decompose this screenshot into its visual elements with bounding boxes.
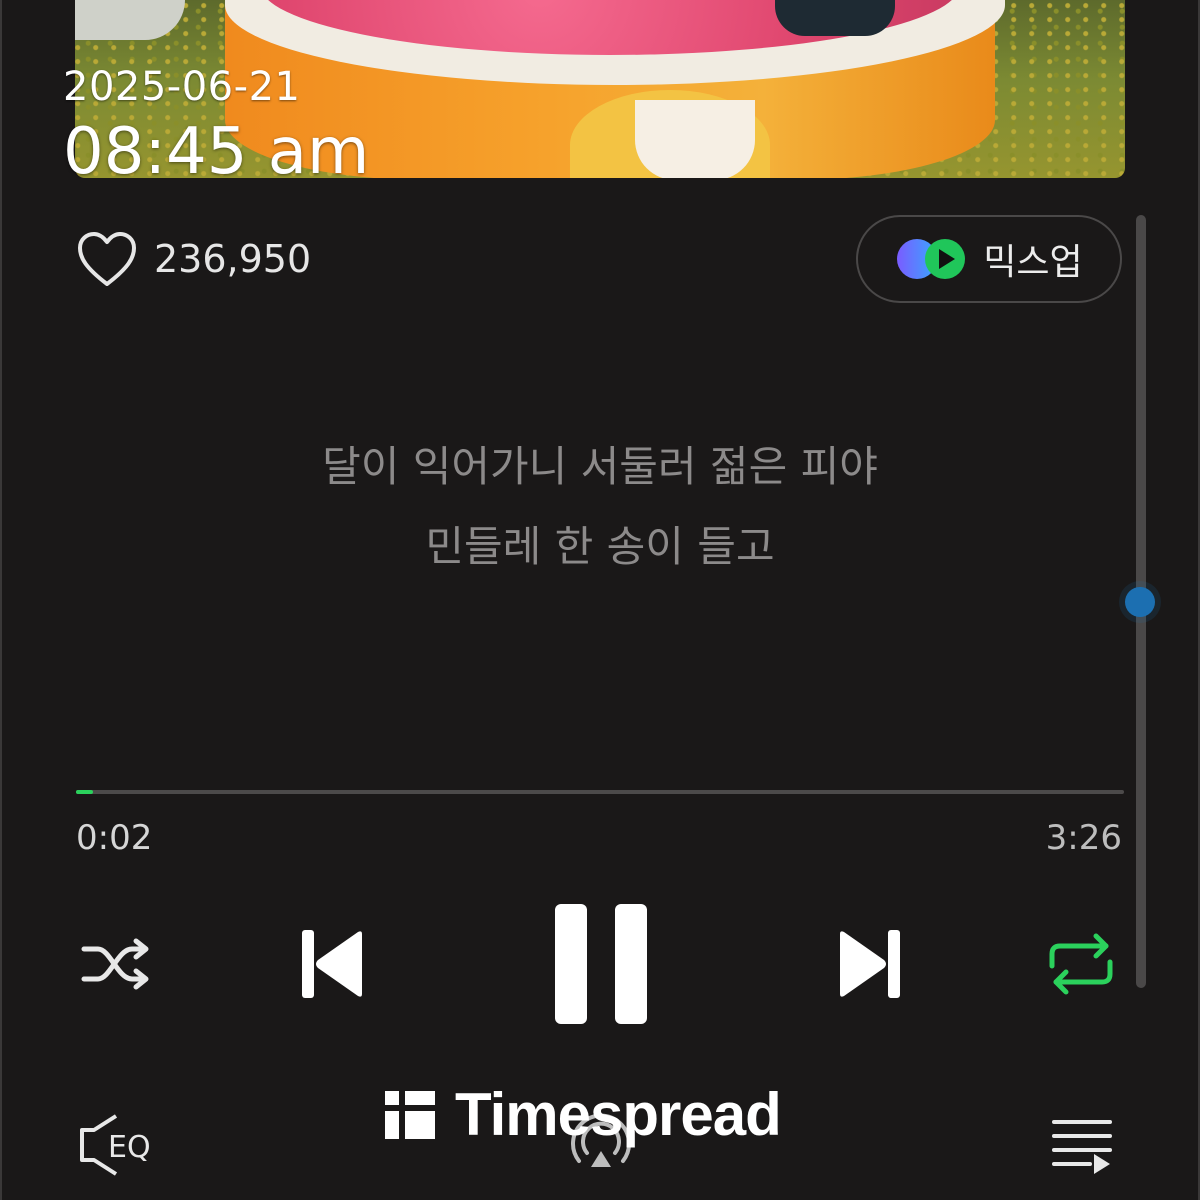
repeat-icon — [1049, 933, 1113, 995]
playlist-icon — [1052, 1120, 1112, 1174]
watermark-logo — [385, 1090, 435, 1139]
previous-button[interactable] — [300, 928, 366, 1000]
next-icon — [840, 930, 900, 998]
lyrics-scroll-thumb[interactable] — [1125, 587, 1155, 617]
watermark: Timespread — [385, 1080, 782, 1149]
like-count: 236,950 — [154, 237, 312, 281]
watermark-text: Timespread — [455, 1081, 782, 1148]
pause-icon — [555, 904, 647, 1024]
playlist-button[interactable] — [1050, 1116, 1114, 1178]
album-art-cup-label — [635, 100, 755, 178]
mixup-button[interactable]: 믹스업 — [856, 215, 1122, 303]
overlay-time: 08:45 am — [63, 115, 370, 189]
lyric-line-1: 달이 익어가니 서둘러 젊은 피야 — [322, 442, 878, 491]
like-button[interactable]: 236,950 — [76, 230, 311, 288]
album-art-rock — [75, 0, 185, 40]
total-duration: 3:26 — [1045, 818, 1122, 858]
eq-label: EQ — [108, 1130, 151, 1165]
pause-button[interactable] — [553, 902, 649, 1026]
album-art-spoon — [775, 0, 895, 36]
elapsed-time: 0:02 — [76, 818, 153, 858]
next-button[interactable] — [836, 928, 902, 1000]
lyric-line-2: 민들레 한 송이 들고 — [425, 522, 775, 571]
mixup-icon — [897, 239, 966, 279]
previous-icon — [302, 930, 362, 998]
heart-icon — [78, 232, 136, 286]
seek-bar-progress — [76, 790, 93, 794]
shuffle-button[interactable] — [80, 935, 154, 993]
repeat-button[interactable] — [1046, 932, 1116, 996]
mixup-label: 믹스업 — [983, 242, 1083, 283]
lyrics-panel[interactable]: 달이 익어가니 서둘러 젊은 피야 민들레 한 송이 들고 — [75, 440, 1125, 600]
seek-bar[interactable] — [76, 790, 1124, 794]
overlay-date: 2025-06-21 — [63, 64, 301, 110]
eq-icon: EQ — [80, 1114, 151, 1176]
eq-button[interactable]: EQ — [76, 1112, 166, 1178]
shuffle-icon — [81, 938, 149, 990]
frame-left-edge — [0, 0, 2, 1200]
